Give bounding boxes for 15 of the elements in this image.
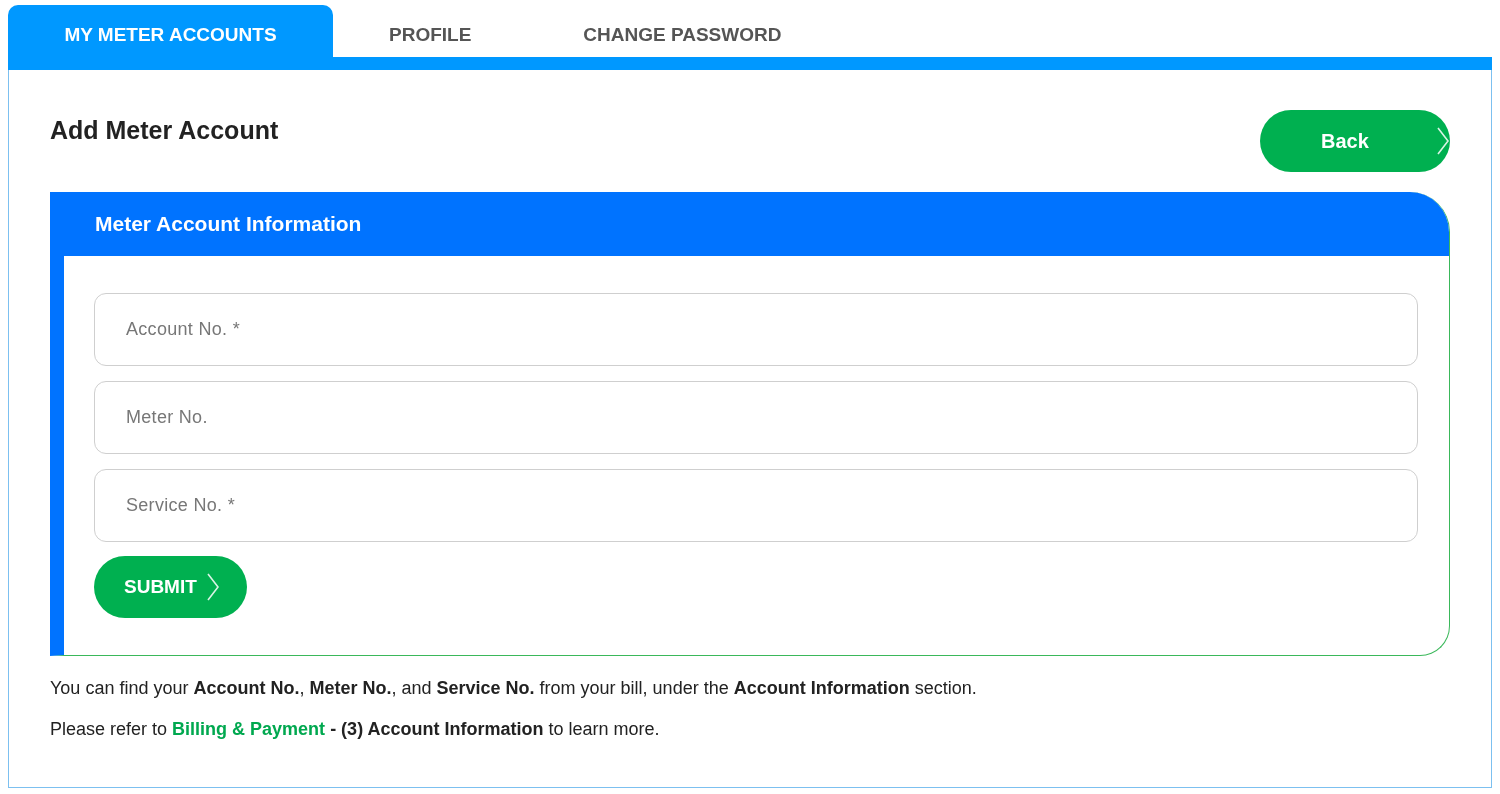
tab[interactable]: MY METER ACCOUNTS	[8, 5, 333, 57]
tab[interactable]: CHANGE PASSWORD	[527, 5, 838, 57]
input-field[interactable]: Meter No.	[94, 381, 1418, 454]
page-title: Add Meter Account	[50, 116, 279, 145]
input-field[interactable]: Service No. *	[94, 469, 1418, 542]
tab[interactable]: PROFILE	[333, 5, 528, 57]
chevron-right-icon	[1436, 127, 1449, 155]
refer-text: Please refer to Billing & Payment - (3) Account Information to learn more.	[50, 719, 661, 740]
billing-link[interactable]: Billing & Payment	[172, 719, 326, 739]
chevron-right-icon	[206, 573, 219, 601]
input-field[interactable]: Account No. *	[94, 293, 1418, 366]
help-text: You can find your Account No., Meter No., and Service No. from your bill, under the Account Information section.	[50, 678, 978, 699]
card-title: Meter Account Information	[64, 192, 1449, 256]
submit-button[interactable]: SUBMIT	[94, 556, 247, 618]
back-button[interactable]: Back	[1260, 110, 1450, 172]
